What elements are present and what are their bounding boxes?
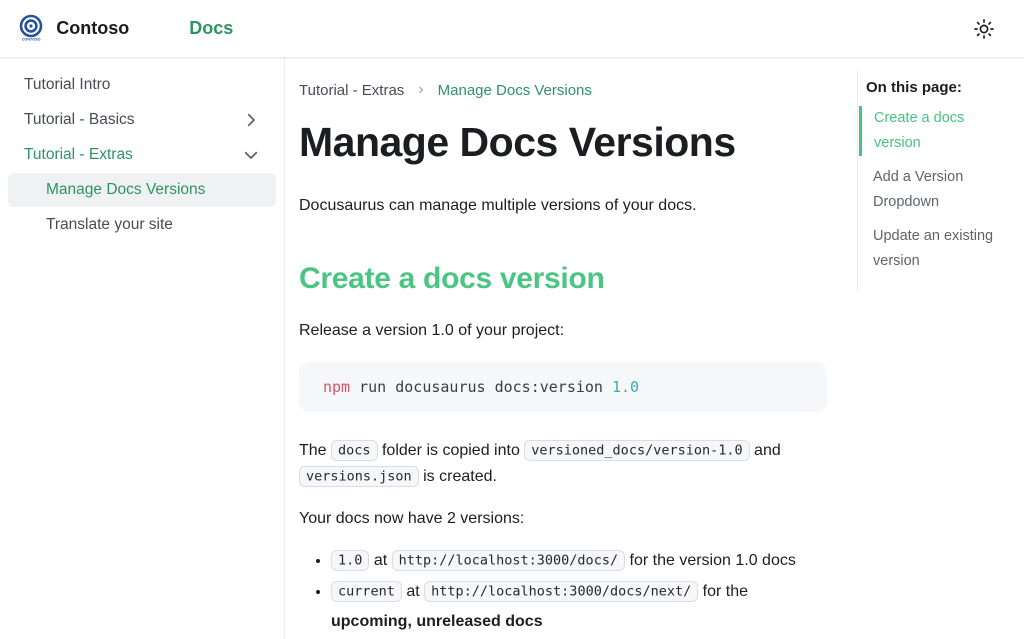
contoso-logo-icon: CONTOSO xyxy=(16,14,46,43)
inline-code: http://localhost:3000/docs/ xyxy=(392,550,625,571)
sidebar-item-label: Translate your site xyxy=(46,216,173,234)
sidebar-item-translate-your-site[interactable]: Translate your site xyxy=(8,208,276,242)
chevron-right-icon xyxy=(242,111,260,129)
breadcrumb-item-tutorial-extras[interactable]: Tutorial - Extras xyxy=(299,82,404,99)
breadcrumb-item-current: Manage Docs Versions xyxy=(438,82,592,99)
brand-name: Contoso xyxy=(56,18,129,39)
toc-heading: On this page: xyxy=(858,79,1024,96)
inline-code: docs xyxy=(331,440,378,461)
inline-code: http://localhost:3000/docs/next/ xyxy=(424,581,698,602)
section-heading-create-a-docs-version[interactable]: Create a docs version xyxy=(299,262,827,296)
sidebar-item-label: Tutorial - Extras xyxy=(24,146,133,164)
code-line: npm run docusaurus docs:version 1.0 xyxy=(323,378,639,396)
bold-text: upcoming, unreleased docs xyxy=(331,613,543,630)
text-segment: for the xyxy=(698,583,748,600)
inline-code: versions.json xyxy=(299,466,419,487)
navbar-left: CONTOSO Contoso Docs xyxy=(16,14,233,43)
body-row: Tutorial Intro Tutorial - Basics xyxy=(0,57,1024,639)
theme-toggle-button[interactable] xyxy=(966,11,1002,47)
text-segment: at xyxy=(402,583,424,600)
intro-paragraph: Docusaurus can manage multiple versions … xyxy=(299,193,827,218)
text-segment: is created. xyxy=(419,468,497,485)
text-segment: for the version 1.0 docs xyxy=(625,552,796,569)
toc-item-create-a-docs-version[interactable]: Create a docs version xyxy=(859,106,1007,156)
toc-item-add-a-version-dropdown[interactable]: Add a Version Dropdown xyxy=(858,165,1006,215)
nav-item-docs[interactable]: Docs xyxy=(189,18,233,39)
release-paragraph: Release a version 1.0 of your project: xyxy=(299,318,827,343)
page-title: Manage Docs Versions xyxy=(299,120,827,166)
text-segment: at xyxy=(369,552,391,569)
chevron-right-icon: › xyxy=(418,81,423,99)
inline-code: versioned_docs/version-1.0 xyxy=(524,440,749,461)
sun-icon xyxy=(972,17,996,41)
toc-sidebar: On this page: Create a docs version Add … xyxy=(857,70,1024,292)
text-segment: folder is copied into xyxy=(378,442,525,459)
code-token-plain: run docusaurus docs:version xyxy=(350,378,612,396)
inline-code: 1.0 xyxy=(331,550,369,571)
sidebar-item-manage-docs-versions[interactable]: Manage Docs Versions xyxy=(8,173,276,207)
logo-word: CONTOSO xyxy=(22,38,41,42)
text-segment: The xyxy=(299,442,331,459)
copied-paragraph: The docs folder is copied into versioned… xyxy=(299,438,827,490)
sidebar-item-tutorial-intro[interactable]: Tutorial Intro xyxy=(0,68,276,102)
sidebar-item-label: Manage Docs Versions xyxy=(46,181,205,199)
sidebar-item-label: Tutorial Intro xyxy=(24,76,110,94)
navbar: CONTOSO Contoso Docs xyxy=(0,0,1024,57)
doc-content: Tutorial - Extras › Manage Docs Versions… xyxy=(299,57,827,639)
list-item-version-1-0: 1.0 at http://localhost:3000/docs/ for t… xyxy=(331,546,827,576)
brand-link[interactable]: CONTOSO Contoso xyxy=(16,14,129,43)
inline-code: current xyxy=(331,581,402,602)
sidebar-menu: Tutorial Intro Tutorial - Basics xyxy=(0,68,284,242)
list-item-version-current: current at http://localhost:3000/docs/ne… xyxy=(331,577,827,637)
sidebar-item-label: Tutorial - Basics xyxy=(24,111,135,129)
code-token-command: npm xyxy=(323,378,350,396)
sidebar-item-tutorial-basics[interactable]: Tutorial - Basics xyxy=(0,103,276,137)
toc-item-update-an-existing-version[interactable]: Update an existing version xyxy=(858,224,1006,274)
code-block[interactable]: npm run docusaurus docs:version 1.0 xyxy=(299,362,827,412)
versions-paragraph: Your docs now have 2 versions: xyxy=(299,506,827,531)
versions-list: 1.0 at http://localhost:3000/docs/ for t… xyxy=(299,546,827,637)
chevron-down-icon xyxy=(242,146,260,164)
code-token-number: 1.0 xyxy=(612,378,639,396)
sidebar-item-tutorial-extras[interactable]: Tutorial - Extras xyxy=(0,138,276,172)
toc-list: Create a docs version Add a Version Drop… xyxy=(858,106,1024,274)
doc-sidebar: Tutorial Intro Tutorial - Basics xyxy=(0,57,285,639)
docs-page: CONTOSO Contoso Docs xyxy=(0,0,1024,639)
text-segment: and xyxy=(750,442,781,459)
breadcrumb: Tutorial - Extras › Manage Docs Versions xyxy=(299,81,827,99)
